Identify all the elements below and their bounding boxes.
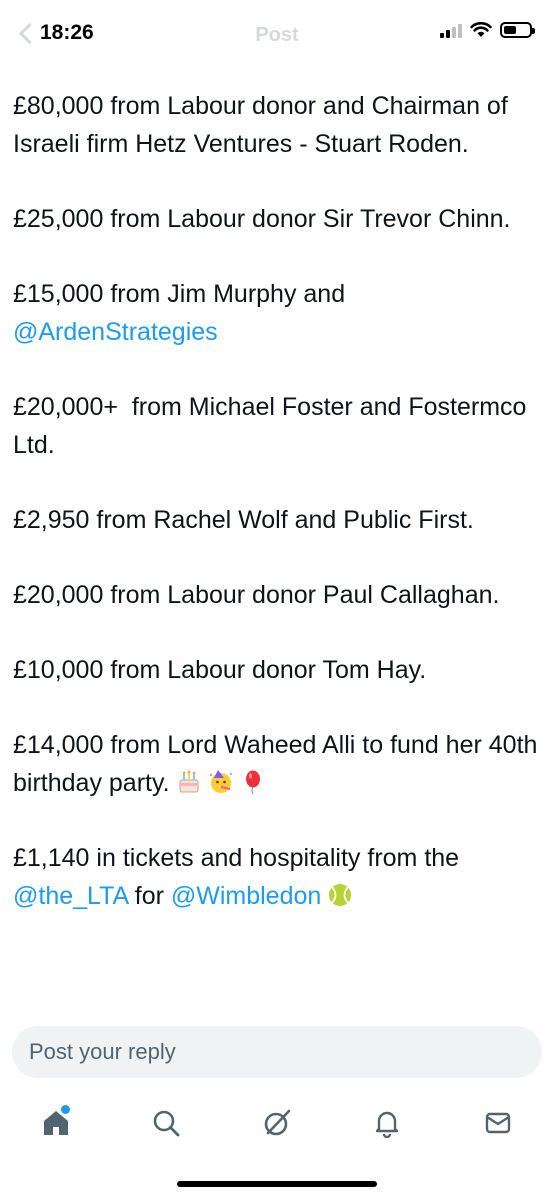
post-paragraph: £14,000 from Lord Waheed Alli to fund he… xyxy=(13,726,543,802)
nav-search[interactable] xyxy=(146,1103,186,1143)
nav-notifications[interactable] xyxy=(367,1103,407,1143)
post-paragraph: £1,140 in tickets and hospitality from t… xyxy=(13,839,543,915)
nav-home[interactable] xyxy=(36,1103,76,1143)
paragraph-text: £10,000 from Labour donor Tom Hay. xyxy=(13,656,427,684)
cellular-signal-icon xyxy=(440,22,462,38)
post-paragraph: £20,000+ from Michael Foster and Fosterm… xyxy=(13,388,543,464)
bottom-nav xyxy=(0,1095,554,1155)
mention-link[interactable]: @ArdenStrategies xyxy=(13,318,218,346)
post-paragraph: £2,950 from Rachel Wolf and Public First… xyxy=(13,501,543,539)
post-paragraph: £10,000 from Labour donor Tom Hay. xyxy=(13,651,543,689)
party-face-icon xyxy=(208,768,234,794)
reply-placeholder: Post your reply xyxy=(29,1039,176,1064)
status-bar: Post 18:26 xyxy=(0,0,554,64)
status-time: 18:26 xyxy=(40,21,94,44)
paragraph-text: for xyxy=(127,882,171,910)
nav-grok[interactable] xyxy=(257,1103,297,1143)
post-body: £80,000 from Labour donor and Chairman o… xyxy=(13,87,543,1014)
post-paragraph: £15,000 from Jim Murphy and @ArdenStrate… xyxy=(13,275,543,351)
paragraph-text: £20,000 from Labour donor Paul Callaghan… xyxy=(13,581,500,609)
battery-icon xyxy=(500,22,535,38)
mention-link[interactable]: @Wimbledon xyxy=(171,882,321,910)
paragraph-text: £15,000 from Jim Murphy and xyxy=(13,280,353,308)
post-paragraph: £80,000 from Labour donor and Chairman o… xyxy=(13,87,543,163)
post-paragraph: £20,000 from Labour donor Paul Callaghan… xyxy=(13,576,543,614)
nav-messages[interactable] xyxy=(478,1103,518,1143)
paragraph-text: £14,000 from Lord Waheed Alli to fund he… xyxy=(13,731,538,797)
mail-icon xyxy=(485,1112,511,1134)
status-icons xyxy=(440,22,535,38)
reply-input[interactable]: Post your reply xyxy=(12,1026,542,1078)
wifi-icon xyxy=(470,22,492,37)
grok-icon xyxy=(264,1109,291,1136)
paragraph-text: £80,000 from Labour donor and Chairman o… xyxy=(13,92,515,158)
balloon-icon xyxy=(240,768,266,795)
home-indicator xyxy=(177,1181,377,1187)
tennis-ball-icon xyxy=(327,881,353,907)
paragraph-text: £20,000+ from Michael Foster and Fosterm… xyxy=(13,393,534,459)
post-paragraph: £25,000 from Labour donor Sir Trevor Chi… xyxy=(13,200,543,238)
mention-link[interactable]: @the_LTA xyxy=(13,882,128,910)
bell-icon xyxy=(375,1111,399,1138)
search-icon xyxy=(153,1110,180,1137)
notification-dot xyxy=(61,1105,70,1114)
birthday-cake-icon xyxy=(176,768,202,794)
paragraph-text: £2,950 from Rachel Wolf and Public First… xyxy=(13,506,474,534)
paragraph-text: £25,000 from Labour donor Sir Trevor Chi… xyxy=(13,205,511,233)
paragraph-text: £1,140 in tickets and hospitality from t… xyxy=(13,844,467,872)
